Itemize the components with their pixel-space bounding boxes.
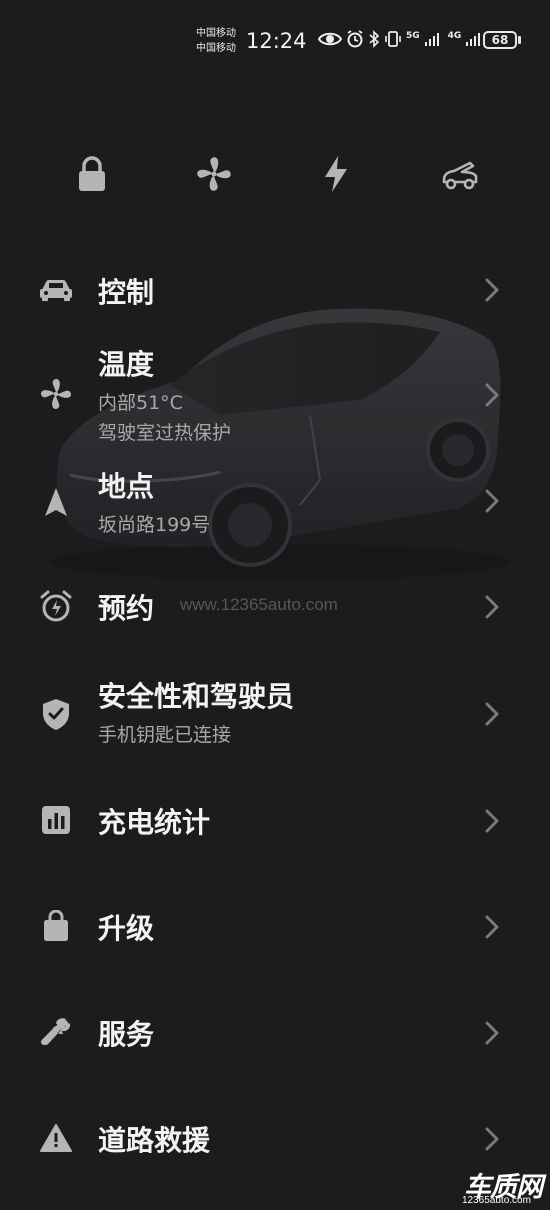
chevron-right-icon (485, 702, 499, 726)
quick-charge-button[interactable] (312, 150, 360, 198)
carrier-2: 中国移动 (196, 43, 236, 54)
menu-climate-interior-temp: 内部51°C (98, 392, 183, 414)
menu-safety-phone-key-status: 手机钥匙已连接 (98, 724, 232, 746)
menu-climate-overheat-status: 驾驶室过热保护 (98, 422, 232, 444)
shopping-bag-icon (38, 908, 74, 944)
signal-icon (424, 33, 439, 46)
alarm-clock-icon (38, 588, 74, 624)
menu-climate[interactable]: 温度 内部51°C 驾驶室过热保护 (0, 338, 550, 450)
warning-triangle-icon (38, 1120, 74, 1156)
network-5g-label: 5G (406, 31, 420, 41)
chevron-right-icon (485, 278, 499, 302)
watermark-url: www.12365auto.com (180, 595, 338, 614)
fan-icon (38, 376, 74, 412)
shield-check-icon (38, 696, 74, 732)
carrier-labels: 中国移动 中国移动 (196, 26, 236, 56)
alarm-icon (347, 30, 363, 48)
chevron-right-icon (485, 1021, 499, 1045)
vibrate-icon (385, 31, 401, 47)
chevron-right-icon (485, 383, 499, 407)
lock-icon (79, 156, 105, 191)
car-frunk-icon (442, 161, 478, 190)
menu-schedule-title: 预约 (98, 592, 155, 625)
carrier-1: 中国移动 (196, 28, 236, 39)
menu-location[interactable]: 地点 坂尚路199号 (0, 462, 550, 542)
lightning-icon (325, 156, 347, 192)
fan-icon (197, 157, 231, 191)
menu-controls[interactable]: 控制 (0, 262, 550, 318)
chevron-right-icon (485, 1127, 499, 1151)
navigation-arrow-icon (38, 484, 74, 520)
chevron-right-icon (485, 595, 499, 619)
car-icon (38, 272, 74, 308)
chevron-right-icon (485, 489, 499, 513)
eye-icon (318, 32, 342, 46)
menu-charging-stats-title: 充电统计 (98, 806, 211, 839)
wrench-icon (38, 1014, 74, 1050)
bar-chart-icon (38, 802, 74, 838)
quick-frunk-button[interactable] (436, 150, 484, 198)
menu-upgrades[interactable]: 升级 (0, 898, 550, 954)
menu-roadside[interactable]: 道路救援 (0, 1110, 550, 1166)
menu-location-title: 地点 (98, 470, 155, 503)
battery-nub (518, 36, 521, 44)
quick-lock-button[interactable] (68, 150, 116, 198)
menu-controls-title: 控制 (98, 276, 155, 309)
status-bar: 中国移动 中国移动 12:24 5G 4G 68 (0, 0, 550, 70)
menu-upgrades-title: 升级 (98, 912, 155, 945)
signal-icon-2 (466, 33, 481, 46)
battery-indicator: 68 (483, 31, 517, 49)
app-screen: 中国移动 中国移动 12:24 5G 4G 68 控制 温度 内部51°C 驾驶… (0, 0, 550, 1210)
clock: 12:24 (246, 29, 307, 53)
menu-location-address: 坂尚路199号 (98, 514, 211, 536)
chevron-right-icon (485, 915, 499, 939)
network-4g-label: 4G (447, 31, 462, 41)
quick-climate-button[interactable] (190, 150, 238, 198)
menu-roadside-title: 道路救援 (98, 1124, 211, 1157)
menu-charging-stats[interactable]: 充电统计 (0, 792, 550, 848)
quick-actions-bar (0, 150, 550, 198)
menu-service-title: 服务 (98, 1018, 155, 1051)
bluetooth-icon (369, 30, 380, 48)
status-icons: 5G 4G (318, 30, 481, 48)
menu-safety-title: 安全性和驾驶员 (98, 680, 295, 713)
menu-service[interactable]: 服务 (0, 1004, 550, 1060)
chevron-right-icon (485, 809, 499, 833)
menu-safety[interactable]: 安全性和驾驶员 手机钥匙已连接 (0, 670, 550, 756)
menu-climate-title: 温度 (98, 348, 155, 381)
watermark-logo-url: 12365auto.com (462, 1195, 531, 1206)
